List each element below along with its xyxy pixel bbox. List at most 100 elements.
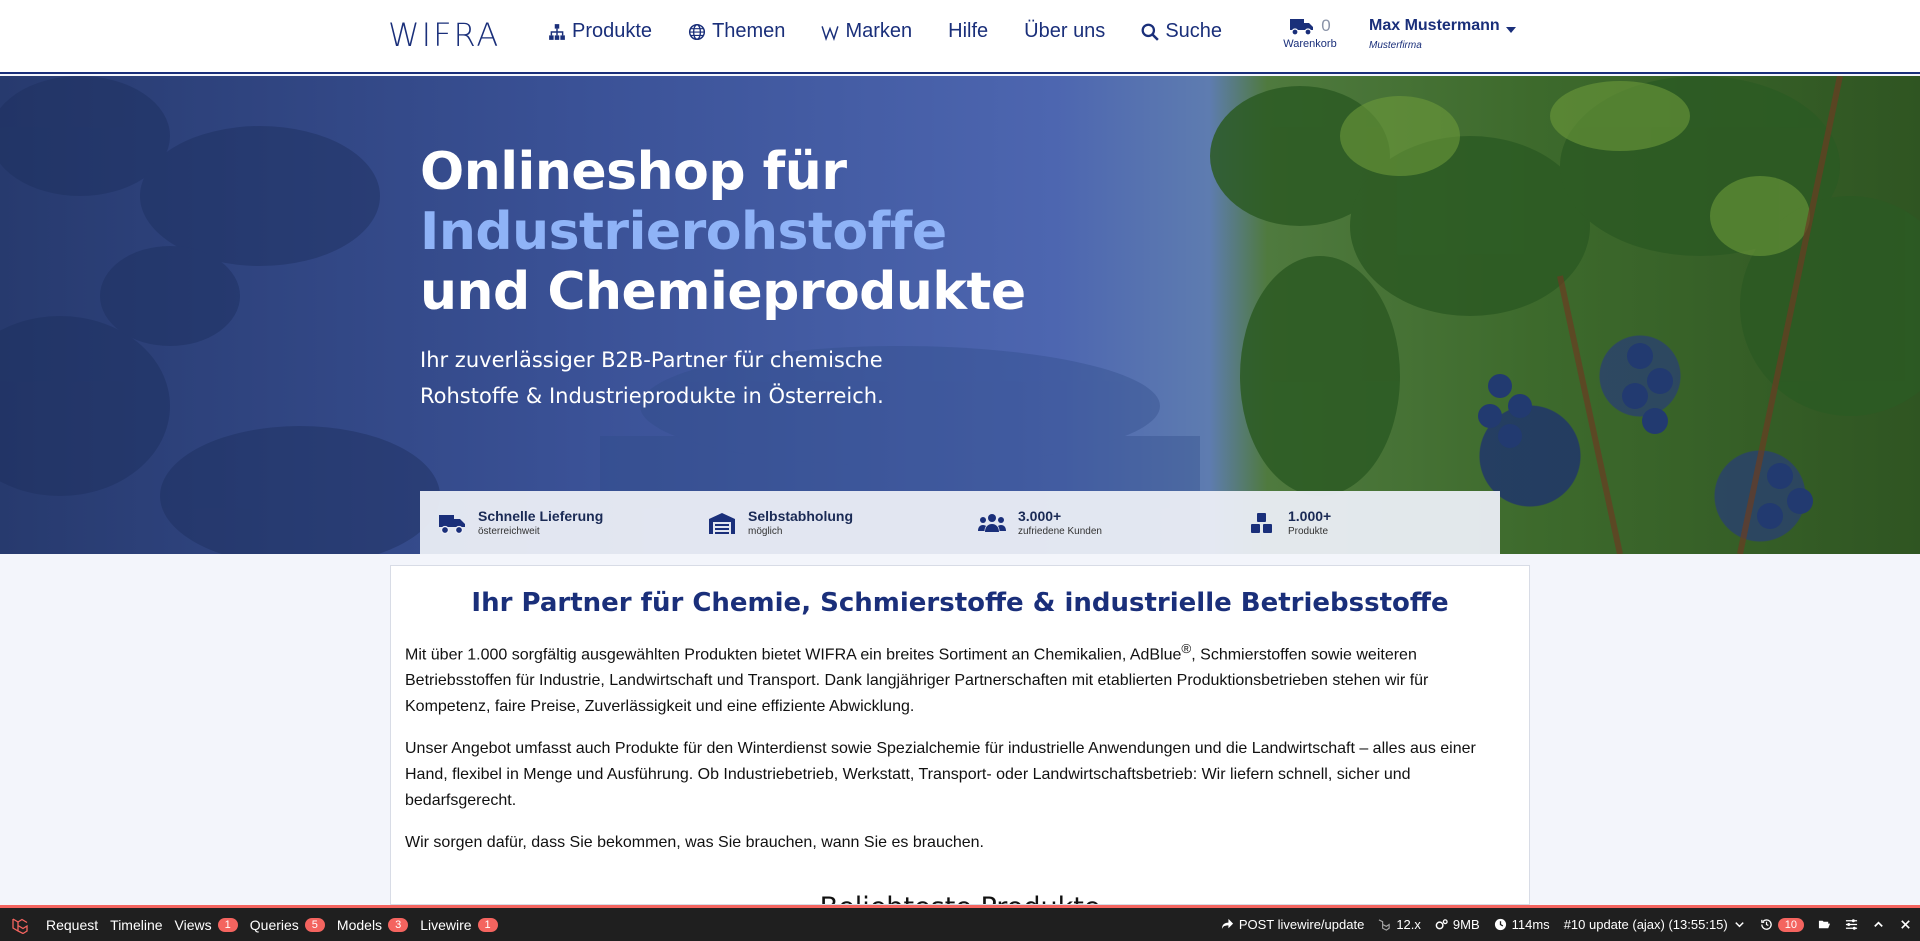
clock-icon: [1494, 918, 1506, 931]
intro-paragraph-3: Wir sorgen dafür, dass Sie bekommen, was…: [405, 834, 984, 852]
feature-title: 3.000+: [1018, 508, 1062, 524]
hero-title-line-3: und Chemieprodukte: [420, 262, 1026, 322]
tab-label: Livewire: [420, 916, 472, 933]
count-badge: 1: [217, 917, 238, 932]
feature-sub: Produkte: [1288, 526, 1329, 537]
feature-bar: Schnelle Lieferung österreichweit Selbsta…: [420, 491, 1500, 554]
laravel-icon: [1378, 919, 1391, 931]
feature-sub: zufriedene Kunden: [1018, 526, 1102, 537]
paragraph-text: Mit über 1.000 sorgfältig ausgewählten P…: [405, 646, 1182, 664]
history-icon: [1760, 919, 1772, 930]
user-company: Musterfirma: [1369, 40, 1422, 51]
feature-sub: möglich: [748, 526, 783, 537]
version-text: 12.x: [1396, 917, 1421, 932]
debug-tab-request[interactable]: Request: [40, 908, 104, 941]
nav-ueber-uns[interactable]: Über uns: [1024, 20, 1105, 43]
nav-label: Über uns: [1024, 20, 1106, 42]
nav-hilfe[interactable]: Hilfe: [948, 20, 988, 43]
chevron-up-icon: [1874, 921, 1883, 927]
feature-customers: 3.000+ zufriedene Kunden: [960, 491, 1230, 554]
request-select[interactable]: #10 update (ajax) (13:55:15): [1564, 917, 1746, 932]
truck-icon: [439, 514, 465, 534]
nav-label: Marken: [845, 20, 913, 42]
hero-title-line-2: Industrierohstoffe: [420, 202, 947, 262]
hero-title-line-1: Onlineshop für: [420, 142, 847, 202]
debug-tab-models[interactable]: Models 3: [331, 908, 414, 941]
site-header: WIFRA Produkte Themen Marken Hilfe Über …: [0, 0, 1920, 74]
intro-paragraph-2: Unser Angebot umfasst auch Produkte für …: [405, 740, 1476, 810]
sitemap-icon: [549, 23, 565, 40]
intro-heading: Ihr Partner für Chemie, Schmierstoffe & …: [471, 588, 1449, 618]
nav-label: Produkte: [572, 20, 653, 42]
debug-tab-views[interactable]: Views 1: [169, 908, 244, 941]
w-icon: [821, 25, 840, 41]
registered-mark: ®: [1181, 641, 1192, 656]
logo[interactable]: WIFRA: [388, 16, 500, 54]
main-nav: Produkte Themen Marken Hilfe Über uns Su…: [548, 20, 1222, 43]
intro-card: Ihr Partner für Chemie, Schmierstoffe & …: [390, 565, 1530, 905]
debug-tab-livewire[interactable]: Livewire 1: [414, 908, 503, 941]
request-select-value: #10 update (ajax) (13:55:15): [1563, 917, 1728, 932]
folder-open-icon: [1818, 920, 1831, 929]
debug-route[interactable]: POST livewire/update: [1221, 917, 1365, 932]
feature-products: 1.000+ Produkte: [1230, 491, 1500, 554]
share-icon: [1221, 918, 1233, 930]
popular-products-heading: Beliebteste Produkte: [391, 892, 1529, 904]
hero-title: Onlineshop für Industrierohstoffe und Ch…: [420, 142, 1026, 322]
feature-sub: österreichweit: [478, 526, 540, 537]
feature-title: Selbstabholung: [748, 508, 853, 524]
route-text: POST livewire/update: [1238, 917, 1365, 932]
tab-label: Views: [174, 916, 212, 933]
user-name: Max Mustermann: [1369, 17, 1500, 34]
cart-count: 0: [1321, 16, 1331, 35]
users-icon: [978, 513, 1006, 532]
nav-marken[interactable]: Marken: [821, 20, 912, 43]
laravel-icon[interactable]: [0, 916, 40, 934]
count-badge: 5: [304, 917, 325, 932]
user-menu[interactable]: Max Mustermann Musterfirma: [1369, 17, 1516, 51]
nav-produkte[interactable]: Produkte: [548, 20, 652, 43]
hero-subtitle: Ihr zuverlässiger B2B-Partner für chemis…: [420, 348, 884, 408]
settings-button[interactable]: [1845, 918, 1858, 931]
tab-label: Request: [46, 916, 99, 933]
maximize-button[interactable]: [1872, 918, 1885, 931]
tab-label: Timeline: [110, 916, 163, 933]
history-button[interactable]: 10: [1760, 917, 1804, 932]
history-count-badge: 10: [1777, 917, 1804, 932]
close-icon: [1901, 920, 1910, 929]
memory-text: 9MB: [1452, 917, 1480, 932]
nav-label: Hilfe: [948, 20, 989, 42]
feature-delivery: Schnelle Lieferung österreichweit: [420, 491, 690, 554]
count-badge: 1: [477, 917, 498, 932]
nav-label: Suche: [1165, 20, 1223, 42]
truck-icon: [1290, 19, 1314, 36]
nav-themen[interactable]: Themen: [688, 20, 785, 43]
debug-tab-timeline[interactable]: Timeline: [104, 908, 168, 941]
debug-memory: 9MB: [1435, 917, 1480, 932]
nav-suche[interactable]: Suche: [1141, 20, 1222, 43]
intro-paragraph-1: Mit über 1.000 sorgfältig ausgewählten P…: [405, 636, 1515, 720]
nav-label: Themen: [712, 20, 786, 42]
debug-version: 12.x: [1378, 917, 1421, 932]
chevron-down-icon: [1505, 27, 1516, 33]
open-folder-button[interactable]: [1818, 918, 1831, 931]
debug-time: 114ms: [1494, 917, 1550, 932]
close-button[interactable]: [1899, 918, 1912, 931]
sliders-icon: [1845, 919, 1858, 930]
cogs-icon: [1435, 919, 1448, 930]
debug-tab-queries[interactable]: Queries 5: [244, 908, 331, 941]
cart-button[interactable]: 0 Warenkorb: [1278, 16, 1342, 50]
boxes-icon: [1251, 512, 1272, 533]
chevron-down-icon: [1735, 922, 1744, 928]
feature-title: 1.000+: [1288, 508, 1332, 524]
tab-label: Queries: [249, 916, 299, 933]
warehouse-icon: [709, 512, 735, 534]
feature-pickup: Selbstabholung möglich: [690, 491, 960, 554]
search-icon: [1141, 23, 1160, 41]
hero-banner: Onlineshop für Industrierohstoffe und Ch…: [0, 76, 1920, 554]
feature-title: Schnelle Lieferung: [478, 508, 604, 524]
globe-icon: [689, 23, 706, 40]
debug-bar: Request Timeline Views 1 Queries 5 Models 3…: [0, 905, 1920, 941]
cart-label: Warenkorb: [1283, 38, 1337, 50]
count-badge: 3: [388, 917, 409, 932]
